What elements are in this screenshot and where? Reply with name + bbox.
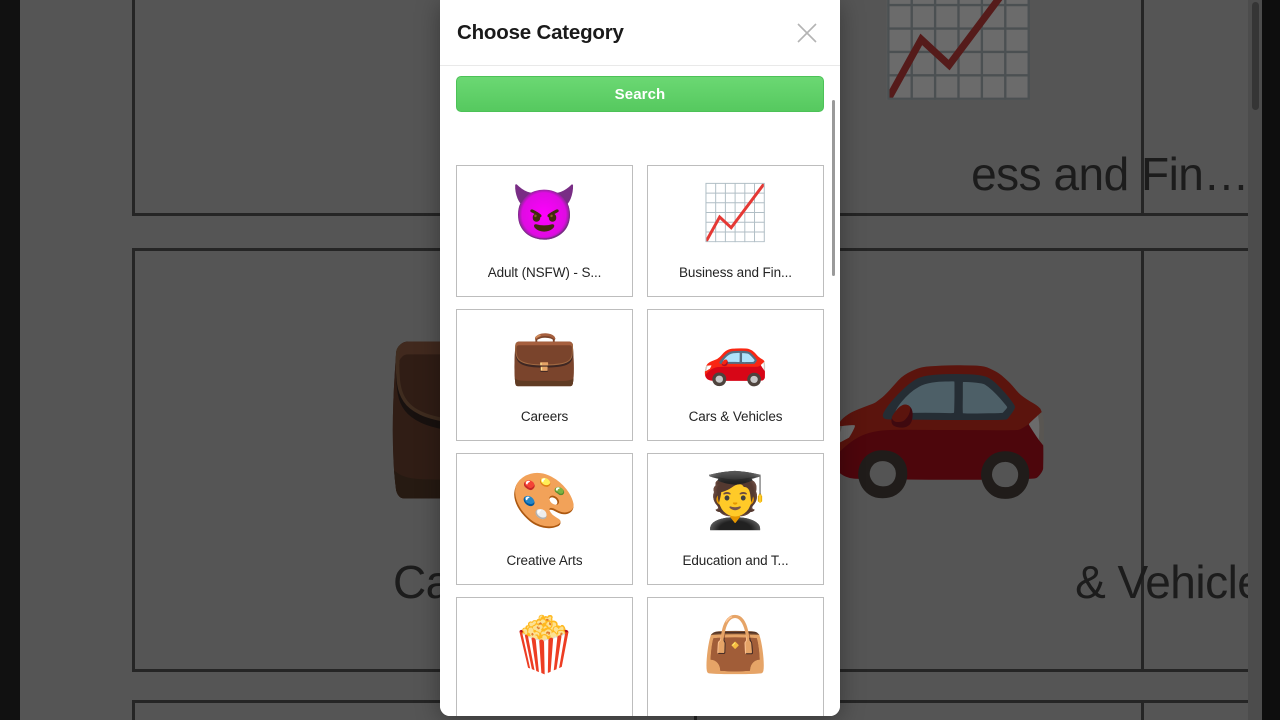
- background-card-label: ess and Fin…: [971, 148, 1249, 200]
- category-card-label: Business and Fin...: [679, 265, 792, 280]
- page-left-gutter: [0, 0, 20, 720]
- page-scrollbar-thumb[interactable]: [1252, 2, 1259, 110]
- briefcase-emoji: 💼: [510, 327, 579, 387]
- category-card-creative-arts[interactable]: 🎨 Creative Arts: [456, 453, 633, 585]
- handbag-emoji: 👜: [701, 615, 770, 675]
- page-right-gutter: [1262, 0, 1280, 720]
- category-card-adult-nsfw[interactable]: 😈 Adult (NSFW) - S...: [456, 165, 633, 297]
- category-list-scroll-area[interactable]: 😈 Adult (NSFW) - S... 📈 Business and Fin…: [440, 124, 840, 716]
- category-card-fashion[interactable]: 👜: [647, 597, 824, 716]
- category-card-label: Cars & Vehicles: [688, 409, 783, 424]
- category-card-entertainment[interactable]: 🍿: [456, 597, 633, 716]
- automobile-emoji: 🚗: [820, 288, 1057, 500]
- chart-increasing-emoji: 📈: [701, 183, 770, 243]
- category-card-careers[interactable]: 💼 Careers: [456, 309, 633, 441]
- category-card-label: Education and T...: [682, 553, 789, 568]
- category-card-cars-and-vehicles[interactable]: 🚗 Cars & Vehicles: [647, 309, 824, 441]
- popcorn-emoji: 🍿: [510, 615, 579, 675]
- automobile-emoji: 🚗: [701, 327, 770, 387]
- chart-increasing-emoji: 📈: [877, 0, 1040, 101]
- category-card-label: Creative Arts: [506, 553, 583, 568]
- modal-header: Choose Category: [440, 0, 840, 66]
- search-row: Search: [440, 66, 840, 124]
- category-card-education-and-training[interactable]: 🧑‍🎓 Education and T...: [647, 453, 824, 585]
- page-title: Choose Category: [457, 20, 624, 44]
- category-card-label: Careers: [520, 409, 569, 424]
- modal-scrollbar-thumb[interactable]: [832, 100, 835, 276]
- close-icon[interactable]: [790, 16, 824, 50]
- artist-palette-emoji: 🎨: [510, 471, 579, 531]
- choose-category-modal: Choose Category Search 😈 Adult (NSFW) - …: [440, 0, 840, 716]
- search-button[interactable]: Search: [456, 76, 824, 112]
- category-grid: 😈 Adult (NSFW) - S... 📈 Business and Fin…: [456, 124, 824, 716]
- student-emoji: 🧑‍🎓: [701, 471, 770, 531]
- smiling-face-with-horns-emoji: 😈: [510, 183, 579, 243]
- category-card-label: Adult (NSFW) - S...: [487, 265, 602, 280]
- category-card-business-and-finance[interactable]: 📈 Business and Fin...: [647, 165, 824, 297]
